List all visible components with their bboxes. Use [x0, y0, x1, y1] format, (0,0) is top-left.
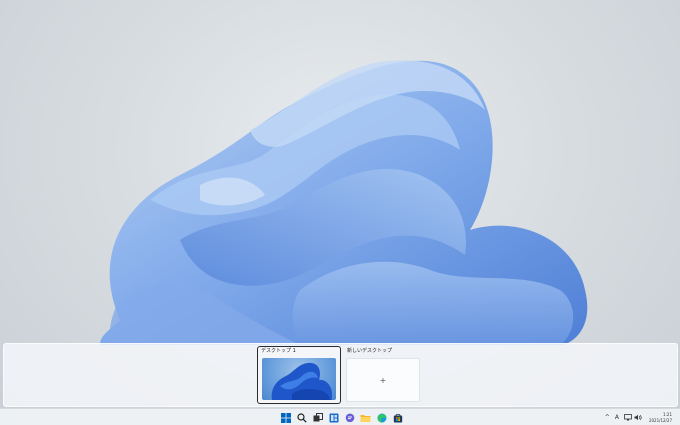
edge-icon [377, 413, 386, 423]
edge-button[interactable] [375, 411, 388, 424]
widgets-icon [329, 413, 338, 422]
folder-icon [360, 414, 371, 422]
search-button[interactable] [295, 411, 308, 424]
desktop-card-1[interactable]: デスクトップ 1 [257, 346, 341, 404]
new-desktop-card[interactable]: 新しいデスクトップ + [344, 347, 420, 405]
taskbar: ^ A 1:21 2021/12/27 [0, 408, 680, 425]
store-icon [393, 413, 402, 422]
desktop-card-1-label: デスクトップ 1 [261, 348, 296, 354]
taskbar-apps [279, 411, 404, 424]
new-desktop-label: 新しいデスクトップ [347, 348, 393, 354]
desktop[interactable]: デスクトップ 1 新しいデスクトップ + ^ A 1:21 2021/12/27 [0, 0, 680, 425]
task-view-icon [313, 412, 323, 421]
widgets-button[interactable] [327, 411, 340, 424]
chat-button[interactable] [343, 411, 356, 424]
store-button[interactable] [391, 411, 404, 424]
network-icon [624, 414, 632, 421]
chat-icon [345, 413, 354, 422]
volume-icon [634, 414, 642, 421]
ime-indicator[interactable]: A [615, 414, 619, 421]
quick-settings-button[interactable] [624, 414, 642, 421]
plus-icon: + [379, 375, 387, 385]
task-view-panel: デスクトップ 1 新しいデスクトップ + [3, 343, 678, 407]
windows-logo-icon [280, 412, 291, 423]
task-view-button[interactable] [311, 411, 324, 424]
start-button[interactable] [279, 411, 292, 424]
file-explorer-button[interactable] [359, 411, 372, 424]
system-tray: ^ A 1:21 2021/12/27 [605, 410, 672, 425]
desktop-1-thumbnail[interactable] [262, 358, 336, 400]
clock[interactable]: 1:21 2021/12/27 [649, 412, 672, 424]
new-desktop-button[interactable]: + [346, 358, 420, 402]
show-hidden-icons-button[interactable]: ^ [605, 414, 610, 421]
search-icon [296, 412, 307, 423]
clock-date: 2021/12/27 [648, 417, 672, 423]
bloom-thumbnail-icon [271, 362, 332, 400]
